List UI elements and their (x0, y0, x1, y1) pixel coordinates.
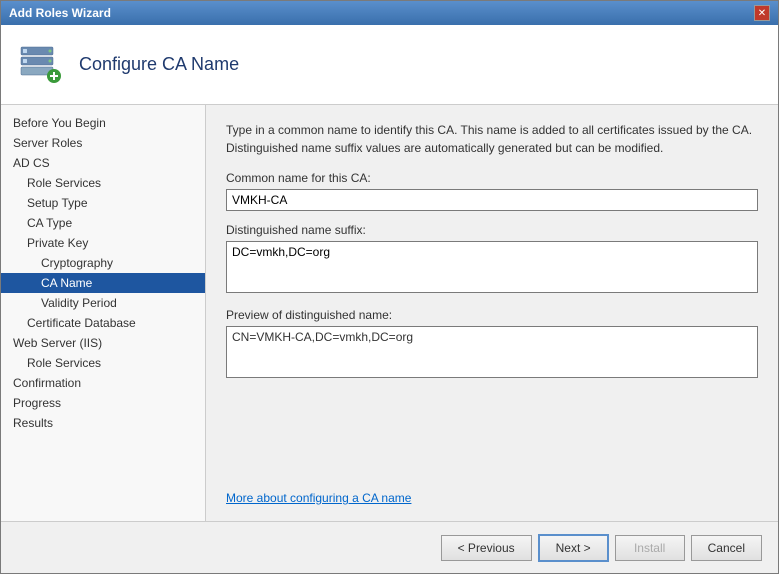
distinguished-suffix-label: Distinguished name suffix: (226, 223, 758, 237)
previous-button[interactable]: < Previous (441, 535, 532, 561)
cancel-button[interactable]: Cancel (691, 535, 762, 561)
distinguished-suffix-group: Distinguished name suffix: (226, 223, 758, 296)
next-button[interactable]: Next > (538, 534, 609, 562)
preview-value: CN=VMKH-CA,DC=vmkh,DC=org (226, 326, 758, 378)
wizard-window: Add Roles Wizard ✕ Configure CA Name (0, 0, 779, 574)
sidebar-item-certificate-database[interactable]: Certificate Database (1, 313, 205, 333)
close-button[interactable]: ✕ (754, 5, 770, 21)
sidebar-item-confirmation[interactable]: Confirmation (1, 373, 205, 393)
header-area: Configure CA Name (1, 25, 778, 105)
page-title: Configure CA Name (79, 54, 239, 75)
more-info-link[interactable]: More about configuring a CA name (226, 479, 758, 505)
window-title: Add Roles Wizard (9, 6, 111, 20)
preview-label: Preview of distinguished name: (226, 308, 758, 322)
sidebar-item-role-services[interactable]: Role Services (1, 173, 205, 193)
common-name-label: Common name for this CA: (226, 171, 758, 185)
title-bar: Add Roles Wizard ✕ (1, 1, 778, 25)
sidebar-item-before-you-begin[interactable]: Before You Begin (1, 113, 205, 133)
main-content: Type in a common name to identify this C… (206, 105, 778, 521)
sidebar-item-ca-name[interactable]: CA Name (1, 273, 205, 293)
sidebar-item-private-key[interactable]: Private Key (1, 233, 205, 253)
sidebar-item-ad-cs[interactable]: AD CS (1, 153, 205, 173)
sidebar-item-results[interactable]: Results (1, 413, 205, 433)
preview-group: Preview of distinguished name: CN=VMKH-C… (226, 308, 758, 378)
sidebar-item-validity-period[interactable]: Validity Period (1, 293, 205, 313)
sidebar-item-setup-type[interactable]: Setup Type (1, 193, 205, 213)
sidebar-item-progress[interactable]: Progress (1, 393, 205, 413)
description-text: Type in a common name to identify this C… (226, 121, 758, 157)
sidebar: Before You BeginServer RolesAD CSRole Se… (1, 105, 206, 521)
sidebar-item-ca-type[interactable]: CA Type (1, 213, 205, 233)
sidebar-item-cryptography[interactable]: Cryptography (1, 253, 205, 273)
distinguished-suffix-input[interactable] (226, 241, 758, 293)
common-name-input[interactable] (226, 189, 758, 211)
common-name-group: Common name for this CA: (226, 171, 758, 211)
install-button[interactable]: Install (615, 535, 685, 561)
content-area: Before You BeginServer RolesAD CSRole Se… (1, 105, 778, 521)
sidebar-item-server-roles[interactable]: Server Roles (1, 133, 205, 153)
sidebar-item-role-services-iis[interactable]: Role Services (1, 353, 205, 373)
wizard-icon (17, 41, 65, 89)
sidebar-item-web-server-iis[interactable]: Web Server (IIS) (1, 333, 205, 353)
footer: < Previous Next > Install Cancel (1, 521, 778, 573)
